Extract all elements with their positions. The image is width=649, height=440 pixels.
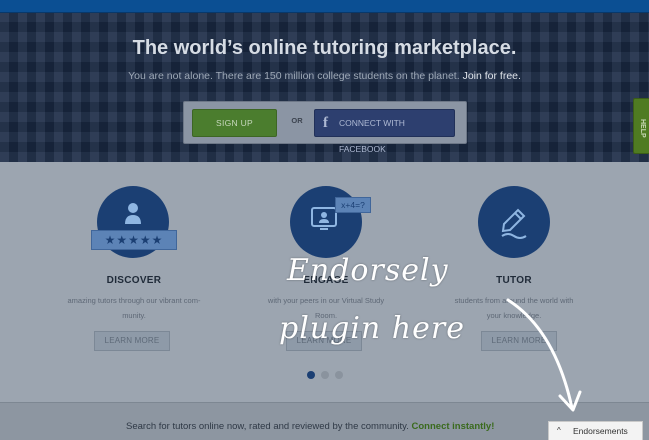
connect-facebook-button[interactable]: f CONNECT WITH FACEBOOK <box>314 109 455 154</box>
top-bar <box>0 0 649 13</box>
carousel-dot-2[interactable] <box>321 371 329 379</box>
endorsements-label: Endorsements <box>573 426 628 436</box>
equation-badge: x+4=? <box>335 197 371 213</box>
hero-subtitle: You are not alone. There are 150 million… <box>0 70 649 82</box>
carousel-dot-1[interactable] <box>307 371 315 379</box>
join-free-link[interactable]: Join for free. <box>463 70 521 82</box>
annotation-arrow-icon <box>506 298 582 412</box>
discover-desc-line1: amazing tutors through our vibrant com- <box>67 296 201 305</box>
hero-section: The world’s online tutoring marketplace.… <box>0 13 649 162</box>
annotation-line2: plugin here <box>279 311 465 346</box>
help-tab[interactable]: HELP <box>633 98 649 154</box>
engage-desc-line1: with your peers in our Virtual Study <box>267 296 385 305</box>
hero-subtitle-text: You are not alone. There are 150 million… <box>128 70 460 82</box>
carousel-dot-3[interactable] <box>335 371 343 379</box>
hero-title: The world’s online tutoring marketplace. <box>132 37 517 59</box>
endorsements-tab[interactable]: ^ Endorsements <box>548 421 643 440</box>
bottom-text: Search for tutors online now, rated and … <box>126 421 494 432</box>
facebook-button-label: CONNECT WITH FACEBOOK <box>339 118 405 154</box>
or-separator: OR <box>291 116 303 125</box>
help-tab-label: HELP <box>639 119 646 138</box>
chevron-up-icon: ^ <box>557 426 561 435</box>
discover-title: DISCOVER <box>106 275 162 286</box>
annotation-line1: Endorsely <box>287 253 449 288</box>
signup-button[interactable]: SIGN UP <box>192 109 277 137</box>
discover-description: amazing tutors through our vibrant com- … <box>49 293 219 323</box>
bottom-text-body: Search for tutors online now, rated and … <box>126 421 409 432</box>
discover-desc-line2: munity. <box>122 311 146 320</box>
connect-instantly-link[interactable]: Connect instantly! <box>412 421 495 432</box>
star-rating: ★★★★★ <box>91 230 177 250</box>
tutor-icon <box>478 186 550 258</box>
facebook-icon: f <box>323 115 328 131</box>
signup-panel: SIGN UP OR f CONNECT WITH FACEBOOK <box>183 101 467 154</box>
tutor-title: TUTOR <box>496 275 532 286</box>
discover-learn-more-button[interactable]: LEARN MORE <box>94 331 170 351</box>
